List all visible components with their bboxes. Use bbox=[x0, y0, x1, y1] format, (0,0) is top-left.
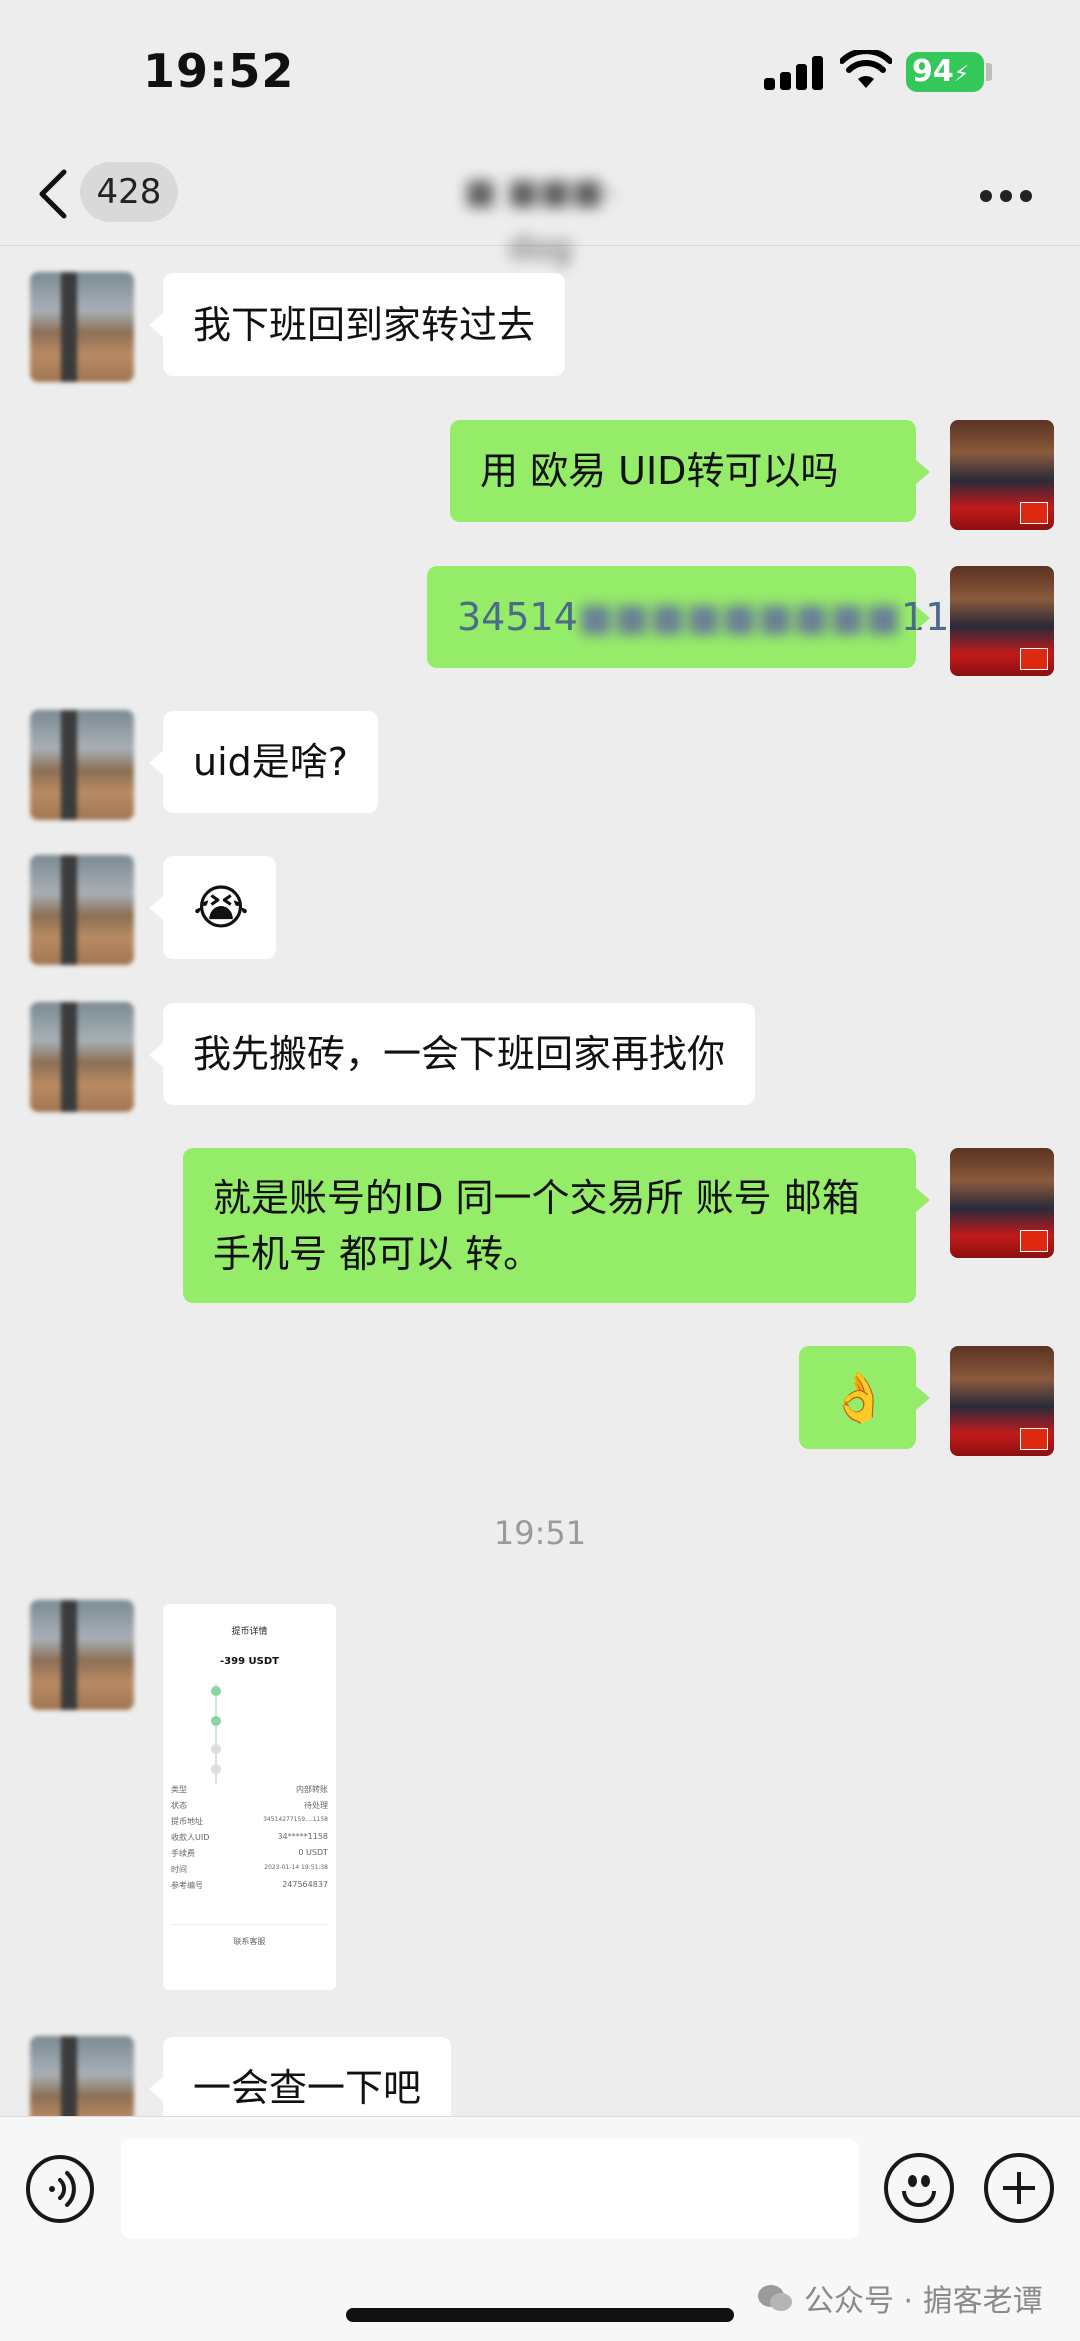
image-progress-dot bbox=[211, 1764, 221, 1774]
message-text: 用 欧易 UID转可以吗 bbox=[480, 449, 839, 493]
unread-count-badge[interactable]: 428 bbox=[80, 162, 178, 222]
image-row-label: 类型 bbox=[171, 1785, 187, 1794]
status-time: 19:52 bbox=[143, 44, 295, 98]
message-text: 我下班回到家转过去 bbox=[193, 302, 536, 347]
message-input[interactable] bbox=[121, 2139, 859, 2239]
message-bubble-outgoing[interactable]: 用 欧易 UID转可以吗 bbox=[450, 420, 930, 522]
my-avatar[interactable] bbox=[950, 420, 1054, 530]
home-indicator[interactable] bbox=[346, 2308, 734, 2322]
message-text: uid是啥? bbox=[193, 740, 348, 784]
image-row-value: 待处理 bbox=[304, 1801, 328, 1810]
message-bubble-outgoing[interactable]: 👌 bbox=[799, 1346, 930, 1449]
message-text-start: 34514 bbox=[457, 595, 578, 639]
image-message[interactable]: 提币详情 -399 USDT 类型 内部转账 状态 待处理 提币地址 34514… bbox=[163, 1604, 336, 1990]
image-row-label: 提币地址 bbox=[171, 1817, 203, 1826]
message-bubble-outgoing[interactable]: 34514■■■■■■■■■1158 bbox=[427, 566, 998, 668]
voice-icon[interactable] bbox=[26, 2155, 94, 2223]
image-amount: -399 USDT bbox=[220, 1656, 279, 1667]
message-bubble-incoming[interactable]: uid是啥? bbox=[149, 711, 378, 813]
image-divider bbox=[171, 1924, 328, 1925]
my-avatar[interactable] bbox=[950, 1346, 1054, 1456]
contact-avatar[interactable] bbox=[30, 855, 134, 965]
message-bubble-outgoing[interactable]: 就是账号的ID 同一个交易所 账号 邮箱 手机号 都可以 转。 bbox=[183, 1148, 930, 1303]
message-bubble-incoming[interactable]: 我下班回到家转过去 bbox=[148, 273, 566, 376]
more-icon[interactable] bbox=[980, 190, 1032, 204]
message-text-redacted: ■■■■■■■■■ bbox=[577, 595, 902, 639]
chat-nav-bar: 428 ■ ■■■-dog bbox=[0, 140, 1080, 268]
image-row-label: 时间 bbox=[171, 1865, 187, 1874]
image-row-value: 34514277159....1158 bbox=[263, 1816, 328, 1823]
watermark: 公众号 · 掮客老谭 bbox=[756, 2276, 1043, 2320]
my-avatar[interactable] bbox=[950, 1148, 1054, 1258]
image-row-label: 手续费 bbox=[171, 1849, 195, 1858]
battery-tip bbox=[986, 63, 992, 81]
image-row-label: 收款人UID bbox=[171, 1833, 210, 1842]
message-bubble-incoming[interactable]: 我先搬砖，一会下班回家再找你 bbox=[148, 1003, 756, 1105]
contact-avatar[interactable] bbox=[30, 710, 134, 820]
cellular-signal-icon bbox=[764, 56, 824, 90]
contact-avatar[interactable] bbox=[30, 1002, 134, 1112]
wifi-icon bbox=[840, 50, 892, 88]
image-row-value: 2023-01-14 19:51:38 bbox=[264, 1864, 328, 1871]
image-row-value: 0 USDT bbox=[298, 1848, 328, 1857]
contact-avatar[interactable] bbox=[30, 1600, 134, 1710]
contact-avatar[interactable] bbox=[30, 272, 134, 382]
battery-indicator: 94⚡ bbox=[906, 52, 984, 92]
plus-icon[interactable] bbox=[984, 2153, 1054, 2223]
ok-hand-emoji-icon: 👌 bbox=[829, 1369, 889, 1426]
chat-title: ■ ■■■-dog bbox=[464, 172, 616, 268]
image-progress-dot bbox=[211, 1744, 221, 1754]
image-progress-dot bbox=[211, 1686, 221, 1696]
facepalm-emoji-icon: 😭 bbox=[193, 879, 250, 936]
image-row-value: 内部转账 bbox=[296, 1785, 328, 1794]
image-progress-dot bbox=[211, 1716, 221, 1726]
chat-timestamp: 19:51 bbox=[493, 1514, 587, 1552]
smiley-icon[interactable] bbox=[884, 2153, 954, 2223]
wechat-icon bbox=[758, 2285, 792, 2311]
my-avatar[interactable] bbox=[950, 566, 1054, 676]
image-footer: 联系客服 bbox=[233, 1937, 266, 1946]
chevron-left-icon[interactable] bbox=[34, 168, 74, 220]
status-bar: 19:52 94⚡ bbox=[0, 0, 1080, 140]
image-title: 提币详情 bbox=[231, 1627, 268, 1637]
watermark-text: 公众号 · 掮客老谭 bbox=[804, 2284, 1043, 2319]
message-text: 我先搬砖，一会下班回家再找你 bbox=[193, 1032, 726, 1076]
message-text: 一会查一下吧 bbox=[193, 2066, 422, 2110]
message-bubble-incoming[interactable]: 😭 bbox=[149, 856, 276, 959]
image-row-label: 状态 bbox=[171, 1801, 187, 1810]
image-row-value: 34*****1158 bbox=[277, 1832, 328, 1841]
image-row-label: 参考编号 bbox=[171, 1881, 203, 1890]
message-text: 就是账号的ID 同一个交易所 账号 邮箱 手机号 都可以 转。 bbox=[213, 1175, 860, 1276]
image-row-value: 247564837 bbox=[282, 1880, 328, 1889]
